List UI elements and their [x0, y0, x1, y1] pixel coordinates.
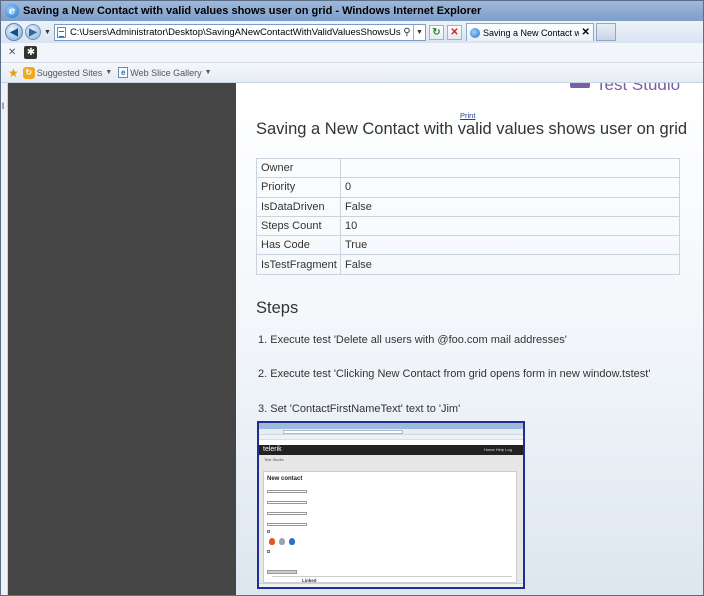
steps-heading: Steps	[256, 299, 299, 317]
chevron-down-icon: ▼	[105, 69, 113, 76]
property-value	[340, 157, 680, 179]
suggested-sites-icon: ↻	[22, 66, 35, 79]
address-url[interactable]: C:\Users\Administrator\Desktop\SavingANe…	[70, 27, 401, 38]
content-area: l Test Studio Print Saving a New Contact…	[1, 83, 703, 595]
thumb-form-buttons	[267, 570, 297, 574]
thumb-checkbox	[267, 530, 270, 533]
favorites-item-web-slice-gallery[interactable]: e Web Slice Gallery ▼	[118, 67, 212, 78]
tab-ie-icon	[469, 27, 480, 38]
window-title: Saving a New Contact with valid values s…	[23, 5, 482, 17]
web-slice-icon: e	[118, 67, 129, 78]
property-key: IsDataDriven	[256, 196, 341, 217]
ie-logo-icon: e	[5, 4, 19, 18]
property-key: Has Code	[256, 235, 341, 256]
test-studio-logo-icon	[570, 83, 590, 88]
page-title: Saving a New Contact with valid values s…	[256, 120, 688, 138]
favorites-item-label: Suggested Sites	[36, 67, 103, 78]
favorites-item-suggested-sites[interactable]: ↻ Suggested Sites ▼	[22, 66, 113, 79]
property-value: False	[340, 254, 680, 275]
thumb-input	[267, 501, 307, 504]
page-icon	[56, 26, 66, 38]
step-item: 3. Set 'ContactFirstNameText' text to 'J…	[258, 403, 461, 415]
property-key: Priority	[256, 177, 341, 198]
chevron-down-icon: ▼	[204, 69, 212, 76]
step-item: 2. Execute test 'Clicking New Contact fr…	[258, 368, 651, 380]
left-pane-glyph: l	[2, 101, 4, 111]
forward-icon[interactable]: ▶	[25, 24, 41, 40]
properties-table: Owner Priority 0 IsDataDriven False Steps …	[256, 157, 680, 275]
property-value: False	[340, 196, 680, 217]
thumb-footer: Linked	[272, 576, 512, 583]
property-value: 0	[340, 177, 680, 198]
title-bar: e Saving a New Contact with valid values…	[1, 1, 703, 21]
dark-side-panel	[8, 83, 236, 595]
table-row: Has Code True	[256, 235, 680, 256]
address-dropdown-icon[interactable]: ▼	[412, 24, 425, 40]
tab-close-icon[interactable]: ✕	[582, 27, 590, 38]
report-page: Test Studio Print Saving a New Contact w…	[236, 83, 703, 595]
refresh-icon[interactable]: ↻	[428, 24, 444, 40]
table-row: IsTestFragment False	[256, 254, 680, 275]
favorites-item-label: Web Slice Gallery	[130, 67, 202, 78]
ie-window: e Saving a New Contact with valid values…	[0, 0, 704, 596]
thumb-form-heading: New contact	[267, 476, 303, 482]
table-row: Priority 0	[256, 177, 680, 198]
thumb-checkbox	[267, 550, 270, 553]
test-studio-logo-text: Test Studio	[596, 83, 681, 94]
address-bar[interactable]: C:\Users\Administrator\Desktop\SavingANe…	[53, 23, 426, 41]
recent-pages-dropdown-icon[interactable]: ▼	[44, 29, 51, 36]
thumb-browser-icon	[269, 538, 275, 545]
addon-icon[interactable]: ✱	[24, 46, 38, 59]
favorites-star-icon[interactable]: ★	[8, 66, 19, 80]
thumb-input	[267, 512, 307, 515]
thumb-address-bar	[283, 430, 403, 434]
close-toolbar-icon[interactable]: ✕	[8, 47, 16, 58]
tab-current-page[interactable]: Saving a New Contact with v... ✕	[465, 23, 594, 41]
thumb-form-panel: New contact Linked	[263, 471, 517, 583]
property-value: 10	[340, 215, 680, 237]
thumb-browser-icon	[289, 538, 295, 545]
left-pane-edge: l	[1, 83, 8, 595]
thumb-page-body: Test Studio New contact Linked	[259, 455, 523, 587]
thumb-favorites-bar	[259, 435, 523, 440]
thumb-browser-icon	[279, 538, 285, 545]
table-row: IsDataDriven False	[256, 196, 680, 217]
step-item: 1. Execute test 'Delete all users with @…	[258, 334, 567, 346]
property-value: True	[340, 235, 680, 256]
back-icon[interactable]: ◀	[5, 23, 23, 41]
thumb-telerik-logo: telerik	[263, 446, 282, 453]
print-link[interactable]: Print	[460, 111, 475, 120]
stop-icon[interactable]: ✕	[446, 24, 462, 40]
search-icon[interactable]: ⚲	[401, 26, 413, 38]
thumb-subtitle: Test Studio	[264, 457, 284, 462]
property-key: IsTestFragment	[256, 254, 341, 275]
thumb-input	[267, 523, 307, 526]
thumb-status-bar	[259, 583, 523, 587]
thumb-header-links: Home Help Log	[484, 447, 512, 452]
thumb-input	[267, 490, 307, 493]
command-row: ✕ ✱	[1, 43, 703, 63]
table-row: Steps Count 10	[256, 215, 680, 237]
navigation-bar: ◀ ▶ ▼ C:\Users\Administrator\Desktop\Sav…	[1, 21, 703, 43]
new-tab-button[interactable]	[595, 23, 616, 41]
thumb-site-header: telerik Home Help Log	[259, 445, 523, 455]
favorites-bar: ★ ↻ Suggested Sites ▼ e Web Slice Galler…	[1, 63, 703, 83]
property-key: Steps Count	[256, 215, 341, 237]
tab-title: Saving a New Contact with v...	[482, 27, 579, 38]
property-key: Owner	[256, 157, 341, 179]
table-row: Owner	[256, 157, 680, 179]
step-screenshot-thumbnail[interactable]: telerik Home Help Log Test Studio New co…	[257, 421, 525, 589]
